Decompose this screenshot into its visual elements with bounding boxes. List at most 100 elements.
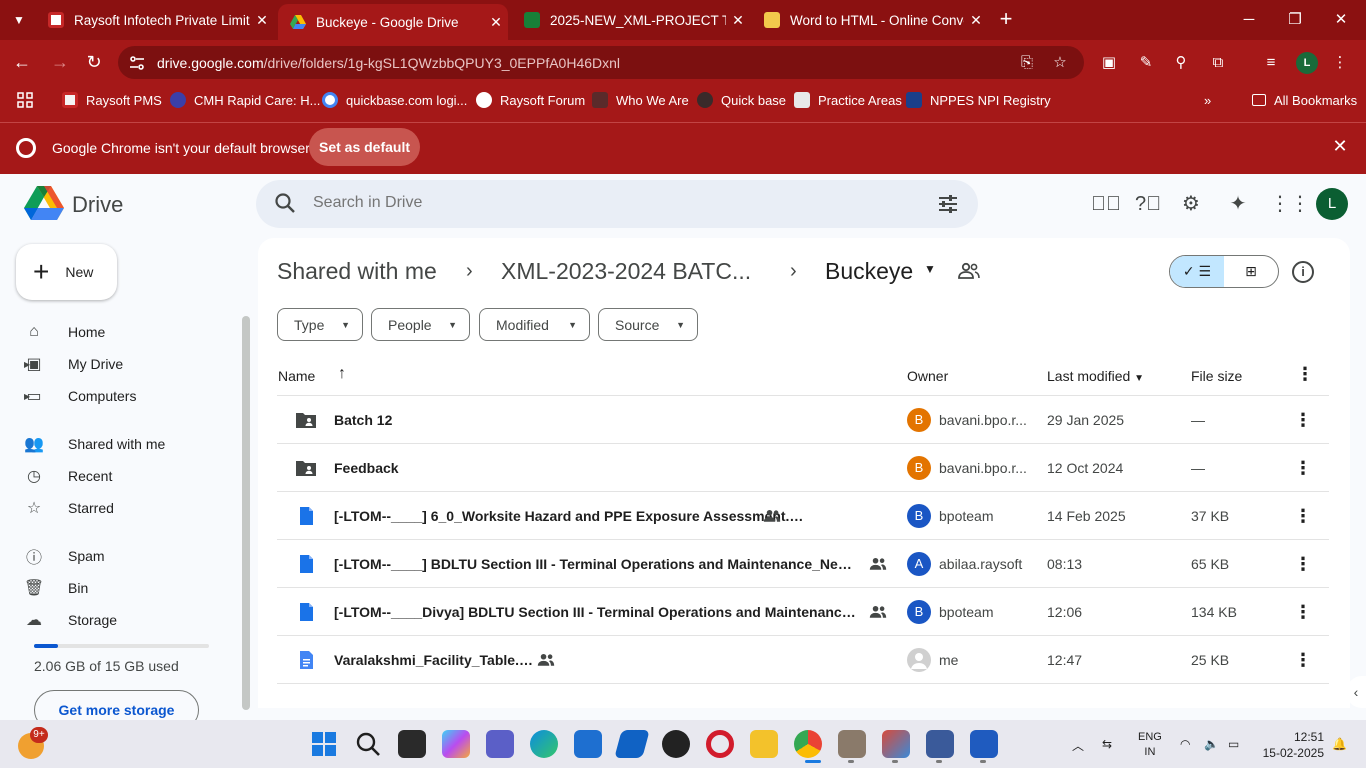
- close-tab-icon[interactable]: ✕: [726, 12, 750, 29]
- filter-source[interactable]: Source ▼: [598, 308, 698, 341]
- column-header-name[interactable]: Name: [278, 368, 315, 384]
- media-controls-icon[interactable]: ≡: [1258, 50, 1284, 76]
- nav-shared-with-me[interactable]: 👥 Shared with me: [24, 430, 165, 458]
- file-row[interactable]: [-LTOM--____Divya] BDLTU Section III - T…: [277, 588, 1329, 636]
- apps-grid-icon[interactable]: [16, 88, 34, 112]
- new-tab-button[interactable]: +: [994, 8, 1018, 32]
- dell-icon[interactable]: [662, 730, 690, 758]
- close-tab-icon[interactable]: ✕: [964, 12, 988, 29]
- new-button[interactable]: + New: [16, 244, 117, 300]
- chrome-profile-avatar[interactable]: L: [1296, 52, 1318, 74]
- teams-icon[interactable]: [486, 730, 514, 758]
- forward-button[interactable]: →: [46, 48, 74, 76]
- more-actions-icon[interactable]: ⋮: [1293, 408, 1313, 432]
- task-view-icon[interactable]: [398, 730, 426, 758]
- column-header-owner[interactable]: Owner: [907, 368, 948, 384]
- minimize-button[interactable]: ─: [1226, 6, 1272, 34]
- set-as-default-button[interactable]: Set as default: [309, 128, 420, 166]
- nav-storage[interactable]: ☁ Storage: [24, 606, 117, 634]
- word-icon[interactable]: [970, 730, 998, 758]
- copilot-icon[interactable]: [442, 730, 470, 758]
- network-sync-icon[interactable]: ⇆: [1102, 737, 1112, 751]
- breadcrumb-xml-folder[interactable]: XML-2023-2024 BATC...: [501, 258, 751, 285]
- nav-home[interactable]: ⌂ Home: [24, 318, 105, 346]
- volume-icon[interactable]: 🔈: [1204, 737, 1219, 751]
- column-header-last-modified[interactable]: Last modified ▼: [1047, 368, 1144, 384]
- more-actions-icon[interactable]: ⋮: [1293, 456, 1313, 480]
- gemini-sparkle-icon[interactable]: ✦: [1225, 191, 1251, 217]
- chrome-taskbar-icon[interactable]: [794, 730, 822, 758]
- drive-title[interactable]: Drive: [72, 192, 123, 218]
- tab-raysoft[interactable]: Raysoft Infotech Private Limited ✕: [36, 0, 274, 40]
- bookmark-practice-areas[interactable]: Practice Areas: [794, 88, 902, 112]
- windows-start-icon[interactable]: [310, 730, 338, 758]
- search-input[interactable]: [313, 194, 873, 212]
- more-actions-icon[interactable]: ⋮: [1293, 552, 1313, 576]
- more-actions-icon[interactable]: ⋮: [1293, 648, 1313, 672]
- all-bookmarks-button[interactable]: All Bookmarks: [1252, 88, 1357, 112]
- site-info-icon[interactable]: [128, 54, 146, 72]
- nav-spam[interactable]: ⓘ Spam: [24, 542, 105, 570]
- filter-people[interactable]: People ▼: [371, 308, 470, 341]
- tab-sheet[interactable]: 2025-NEW_XML-PROJECT TRAC ✕: [512, 0, 750, 40]
- nav-my-drive[interactable]: ▶ ▣ My Drive: [24, 350, 123, 378]
- nav-computers[interactable]: ▶ ▭ Computers: [24, 382, 136, 410]
- store-icon[interactable]: [574, 730, 602, 758]
- back-button[interactable]: ←: [8, 48, 36, 76]
- show-hidden-icons-chevron-icon[interactable]: ︿: [1072, 737, 1084, 754]
- chrome-menu-icon[interactable]: ⋮: [1327, 50, 1353, 76]
- reload-button[interactable]: ↻: [80, 48, 108, 76]
- list-view-button[interactable]: ✓ ☰: [1170, 256, 1224, 287]
- filter-type[interactable]: Type ▼: [277, 308, 363, 341]
- more-actions-icon[interactable]: ⋮: [1293, 504, 1313, 528]
- account-avatar[interactable]: L: [1316, 188, 1348, 220]
- system-clock[interactable]: 12:51 15-02-2025: [1258, 729, 1324, 761]
- folder-actions-dropdown-icon[interactable]: ▼: [924, 262, 936, 276]
- grid-view-button[interactable]: ⊞: [1224, 256, 1278, 287]
- close-window-button[interactable]: ✕: [1318, 6, 1364, 34]
- file-row[interactable]: Varalakshmi_Facility_Table.txt me 12:47 25 …: [277, 636, 1329, 684]
- bookmark-quick-base[interactable]: Quick base: [697, 88, 786, 112]
- expand-caret-icon[interactable]: ▶: [24, 392, 30, 401]
- more-bookmarks-chevron-icon[interactable]: »: [1204, 88, 1211, 112]
- taskbar-search-icon[interactable]: [354, 730, 382, 758]
- wifi-icon[interactable]: ◠: [1180, 737, 1190, 751]
- sort-ascending-arrow-icon[interactable]: ↑: [338, 365, 346, 383]
- remote-desktop-icon[interactable]: [926, 730, 954, 758]
- file-row[interactable]: Batch 12 Bbavani.bpo.r... 29 Jan 2025 — ⋮: [277, 396, 1329, 444]
- bookmark-quickbase-login[interactable]: quickbase.com logi...: [322, 88, 467, 112]
- close-infobar-icon[interactable]: ✕: [1330, 136, 1350, 157]
- offline-ready-icon[interactable]: ✓⃝: [1091, 191, 1121, 217]
- battery-icon[interactable]: ▭: [1228, 737, 1239, 751]
- breadcrumb-current-folder[interactable]: Buckeye: [825, 258, 913, 285]
- filter-modified[interactable]: Modified ▼: [479, 308, 590, 341]
- zoom-icon[interactable]: ⚲: [1168, 50, 1194, 76]
- bookmark-who-we-are[interactable]: Who We Are: [592, 88, 689, 112]
- edge-icon[interactable]: [530, 730, 558, 758]
- search-options-icon[interactable]: [937, 193, 959, 215]
- breadcrumb-shared-with-me[interactable]: Shared with me: [277, 258, 437, 285]
- extension-icon[interactable]: ▣: [1096, 50, 1122, 76]
- extensions-puzzle-icon[interactable]: ⧉: [1205, 50, 1231, 76]
- bookmark-nppes[interactable]: NPPES NPI Registry: [906, 88, 1051, 112]
- file-row[interactable]: Feedback Bbavani.bpo.r... 12 Oct 2024 — ⋮: [277, 444, 1329, 492]
- bookmark-raysoft-pms[interactable]: Raysoft PMS: [62, 88, 162, 112]
- view-toggle[interactable]: ✓ ☰ ⊞: [1169, 255, 1279, 288]
- nav-bin[interactable]: 🗑 Bin: [24, 574, 88, 602]
- close-tab-icon[interactable]: ✕: [484, 14, 508, 31]
- expand-caret-icon[interactable]: ▶: [24, 360, 30, 369]
- bookmark-raysoft-forum[interactable]: Raysoft Forum: [476, 88, 585, 112]
- column-options-icon[interactable]: ⋮: [1296, 364, 1314, 385]
- nav-starred[interactable]: ☆ Starred: [24, 494, 114, 522]
- paint-icon[interactable]: [882, 730, 910, 758]
- app-taskbar-icon[interactable]: [838, 730, 866, 758]
- more-actions-icon[interactable]: ⋮: [1293, 600, 1313, 624]
- maximize-button[interactable]: ❐: [1272, 6, 1318, 34]
- file-row[interactable]: [-LTOM--____] BDLTU Section III - Termin…: [277, 540, 1329, 588]
- notification-bell-icon[interactable]: 🔔: [1332, 737, 1347, 751]
- settings-gear-icon[interactable]: ⚙: [1178, 191, 1204, 217]
- file-row[interactable]: [-LTOM--____] 6_0_Worksite Hazard and PP…: [277, 492, 1329, 540]
- tab-word-to-html[interactable]: Word to HTML - Online Conver ✕: [752, 0, 988, 40]
- drive-logo-icon[interactable]: [24, 186, 64, 220]
- pen-extension-icon[interactable]: ✎: [1133, 50, 1159, 76]
